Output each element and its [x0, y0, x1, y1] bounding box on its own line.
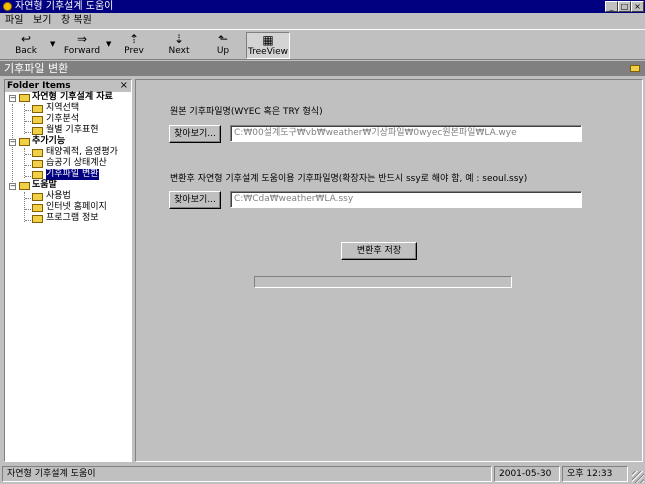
forward-dropdown-icon[interactable]: ▼ [106, 40, 111, 48]
resize-grip-icon[interactable] [632, 471, 644, 483]
sun-icon [3, 2, 12, 11]
collapse-icon[interactable]: − [9, 95, 16, 102]
treeview-icon: ▦ [262, 33, 274, 47]
next-label: Next [168, 46, 190, 56]
menu-bar: 파일 보기 창 복원 [0, 13, 645, 28]
folder-icon [32, 160, 43, 168]
tree-node-climate-analysis[interactable]: 기후분석 [46, 114, 79, 125]
tree-panel: Folder Items × − 자연형 기후설계 자료 지역선택 기후분석 월… [4, 79, 132, 462]
forward-label: Forward [63, 46, 101, 56]
next-icon: ⇣ [173, 32, 185, 46]
folder-icon [32, 193, 43, 201]
folder-icon [32, 215, 43, 223]
folder-icon [32, 127, 43, 135]
menu-view[interactable]: 보기 [33, 13, 51, 28]
page-header: 기후파일 변환 [0, 61, 645, 76]
back-button[interactable]: ↩ Back [10, 32, 42, 59]
tree-node-climate-file-convert[interactable]: 기후파일 변환 [46, 169, 99, 180]
folder-icon [32, 149, 43, 157]
tree-node-help[interactable]: 도움말 [32, 180, 57, 191]
up-label: Up [216, 46, 230, 56]
page-title: 기후파일 변환 [4, 62, 69, 75]
folder-icon [32, 171, 43, 179]
tree-node-region-select[interactable]: 지역선택 [46, 103, 79, 114]
collapse-icon[interactable]: − [9, 139, 16, 146]
back-label: Back [15, 46, 37, 56]
folder-icon[interactable] [630, 65, 640, 72]
folder-icon [32, 105, 43, 113]
close-button[interactable]: × [631, 1, 644, 12]
up-button[interactable]: ⬑ Up [209, 32, 237, 59]
forward-button[interactable]: ⇒ Forward [60, 32, 104, 59]
menu-restore-window[interactable]: 창 복원 [61, 13, 92, 28]
treeview-button[interactable]: ▦ TreeView [246, 32, 290, 59]
maximize-button[interactable]: □ [618, 1, 631, 12]
convert-save-button[interactable]: 변환후 저장 [341, 242, 417, 260]
tree-node-extra-functions[interactable]: 추가기능 [32, 136, 65, 147]
target-path-field[interactable]: C:₩Cda₩weather₩LA.ssy [230, 191, 582, 208]
status-bar: 자연형 기후설계 도움이 2001-05-30 오후 12:33 [0, 464, 645, 484]
folder-open-icon [19, 94, 30, 102]
tree-node-natural-climate-data[interactable]: 자연형 기후설계 자료 [32, 92, 113, 103]
tree-close-icon[interactable]: × [120, 80, 128, 92]
forward-icon: ⇒ [76, 32, 88, 46]
folder-icon [32, 116, 43, 124]
minimize-button[interactable]: _ [605, 1, 618, 12]
tree-node-psychrometric[interactable]: 습공기 상태계산 [46, 158, 107, 169]
folder-icon [32, 204, 43, 212]
source-path-field[interactable]: C:₩00설계도구₩vb₩weather₩기상파일₩0wyec원본파일₩LA.w… [230, 125, 582, 142]
source-file-label: 원본 기후파일명(WYEC 혹은 TRY 형식) [170, 107, 323, 117]
back-dropdown-icon[interactable]: ▼ [50, 40, 55, 48]
treeview-label: TreeView [247, 47, 289, 57]
main-panel: 원본 기후파일명(WYEC 혹은 TRY 형식) 찾아보기... C:₩00설계… [135, 79, 643, 462]
up-folder-icon: ⬑ [217, 32, 229, 46]
prev-icon: ⇡ [128, 32, 140, 46]
tree-node-program-info[interactable]: 프로그램 정보 [46, 213, 99, 224]
status-text: 자연형 기후설계 도움이 [2, 466, 492, 482]
menu-file[interactable]: 파일 [5, 13, 23, 28]
folder-open-icon [19, 182, 30, 190]
toolbar: ↩ Back ▼ ⇒ Forward ▼ ⇡ Prev ⇣ Next ⬑ Up … [0, 29, 645, 60]
source-browse-button[interactable]: 찾아보기... [169, 125, 221, 143]
status-date: 2001-05-30 [494, 466, 560, 482]
title-bar: 자연형 기후설계 도움이 _ □ × [0, 0, 645, 13]
tree-header-title: Folder Items [7, 81, 71, 91]
tree-node-usage[interactable]: 사용법 [46, 191, 71, 202]
progress-bar [254, 276, 512, 288]
folder-open-icon [19, 138, 30, 146]
back-icon: ↩ [20, 32, 32, 46]
tree-header: Folder Items × [5, 80, 131, 92]
target-browse-button[interactable]: 찾아보기... [169, 191, 221, 209]
collapse-icon[interactable]: − [9, 183, 16, 190]
tree-node-sun-path[interactable]: 태양궤적, 음영평가 [46, 147, 118, 158]
prev-label: Prev [124, 46, 144, 56]
tree-node-monthly-climate[interactable]: 월별 기후표현 [46, 125, 99, 136]
target-file-label: 변환후 자연형 기후설계 도움이용 기후파일명(확장자는 반드시 ssy로 해야… [170, 174, 528, 184]
next-button[interactable]: ⇣ Next [164, 32, 194, 59]
prev-button[interactable]: ⇡ Prev [119, 32, 149, 59]
tree-node-homepage[interactable]: 인터넷 홈페이지 [46, 202, 107, 213]
status-time: 오후 12:33 [562, 466, 628, 482]
window-title: 자연형 기후설계 도움이 [15, 1, 114, 12]
